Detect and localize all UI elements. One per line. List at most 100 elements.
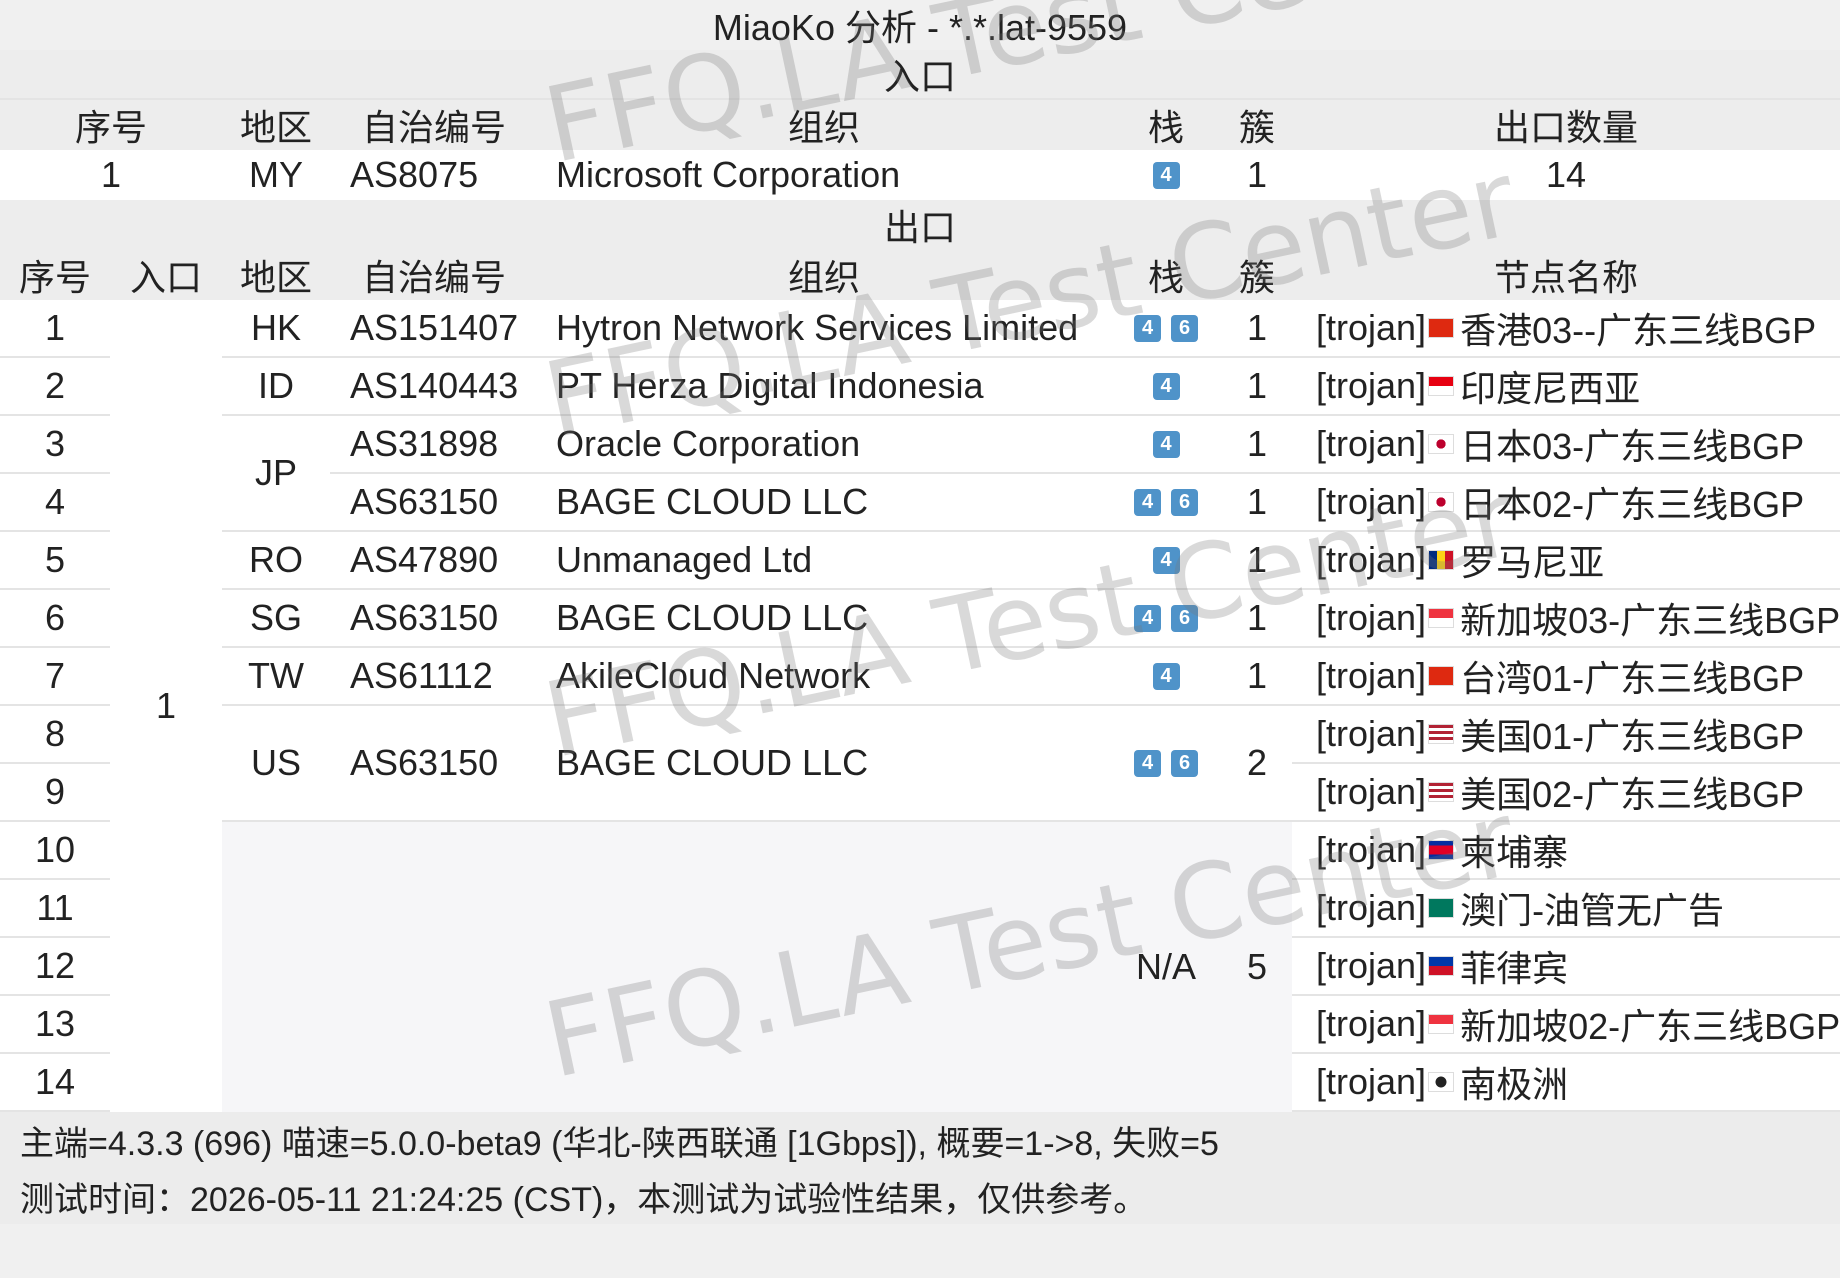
stack-badges: 4 [1152,372,1180,400]
exit-na-cluster: 5 [1222,822,1292,1112]
stack-badges: 4 [1152,662,1180,690]
stack-badges: 46 [1134,749,1198,777]
node-name: [trojan] 印度尼西亚 [1316,360,1640,412]
exit-row-index: 8 [0,706,110,764]
exit-row-node: [trojan] 台湾01-广东三线BGP [1292,648,1840,706]
entry-header-index: 序号 [0,100,222,150]
entry-row-org: Microsoft Corporation [538,150,1110,200]
stack-badges: 46 [1134,488,1198,516]
exit-region: HK [222,300,330,358]
exit-asn: AS140443 [330,358,538,416]
node-protocol: [trojan] [1316,771,1427,812]
hk-flag-icon [1428,318,1455,338]
stack-badges: 4 [1152,161,1180,189]
exit-row-index: 9 [0,764,110,822]
exit-header-index: 序号 [0,250,110,300]
ip-v4-badge: 4 [1152,161,1180,189]
exit-asn: AS31898 [330,416,538,474]
exit-stack: 4 [1110,416,1222,474]
node-name: [trojan] 日本03-广东三线BGP [1316,418,1804,470]
node-name: [trojan] 日本02-广东三线BGP [1316,476,1804,528]
exit-row-node: [trojan] 日本02-广东三线BGP [1292,474,1840,532]
ip-v4-badge: 4 [1134,604,1161,632]
exit-row-index: 3 [0,416,110,474]
node-label: 日本03-广东三线BGP [1460,426,1805,467]
node-protocol: [trojan] [1316,307,1427,348]
exit-region: RO [222,532,330,590]
footer-version-info: 主端=4.3.3 (696) 喵速=5.0.0-beta9 (华北-陕西联通 [… [0,1112,1840,1168]
entry-header-cluster: 簇 [1222,100,1292,150]
node-name: [trojan] 美国02-广东三线BGP [1316,766,1804,818]
exit-row-node: [trojan] 新加坡03-广东三线BGP [1292,590,1840,648]
exit-header-entry: 入口 [110,250,222,300]
node-name: [trojan] 罗马尼亚 [1316,534,1604,586]
footer-test-time: 测试时间：2026-05-11 21:24:25 (CST)，本测试为试验性结果… [0,1168,1840,1224]
ip-v6-badge: 6 [1171,749,1198,777]
exit-entry-merged: 1 [110,300,222,1112]
exit-asn: AS151407 [330,300,538,358]
id-flag-icon [1428,376,1455,396]
node-label: 南极洲 [1460,1064,1569,1105]
node-label: 新加坡02-广东三线BGP [1460,1006,1840,1047]
exit-row-index: 7 [0,648,110,706]
aq-flag-icon [1428,1072,1455,1092]
entry-row-index: 1 [0,150,222,200]
node-label: 日本02-广东三线BGP [1460,484,1805,525]
node-protocol: [trojan] [1316,887,1427,928]
exit-row-index: 2 [0,358,110,416]
exit-cluster: 1 [1222,590,1292,648]
exit-stack: 46 [1110,300,1222,358]
stack-badges: 4 [1152,546,1180,574]
exit-row-node: [trojan] 罗马尼亚 [1292,532,1840,590]
exit-region: ID [222,358,330,416]
exit-row-index: 13 [0,996,110,1054]
entry-row-stack: 4 [1110,150,1222,200]
node-protocol: [trojan] [1316,1003,1427,1044]
exit-row-node: [trojan] 澳门-油管无广告 [1292,880,1840,938]
exit-row-index: 10 [0,822,110,880]
node-name: [trojan] 菲律宾 [1316,940,1568,992]
ip-v4-badge: 4 [1152,662,1180,690]
node-protocol: [trojan] [1316,365,1427,406]
entry-section-label: 入口 [0,50,1840,100]
exit-org: Oracle Corporation [538,416,1110,474]
node-protocol: [trojan] [1316,481,1427,522]
ip-v4-badge: 4 [1152,430,1180,458]
exit-header-cluster: 簇 [1222,250,1292,300]
node-label: 澳门-油管无广告 [1460,890,1725,931]
exit-section-label: 出口 [0,200,1840,250]
us-flag-icon [1428,724,1455,744]
node-protocol: [trojan] [1316,713,1427,754]
ip-v4-badge: 4 [1152,546,1180,574]
exit-header-org: 组织 [538,250,1110,300]
node-label: 柬埔寨 [1460,832,1569,873]
exit-asn: AS47890 [330,532,538,590]
sg-flag-icon [1428,1014,1455,1034]
exit-region: SG [222,590,330,648]
node-protocol: [trojan] [1316,423,1427,464]
exit-org: Hytron Network Services Limited [538,300,1110,358]
node-label: 印度尼西亚 [1460,368,1641,409]
entry-row-asn: AS8075 [330,150,538,200]
entry-header-org: 组织 [538,100,1110,150]
exit-row-node: [trojan] 美国01-广东三线BGP [1292,706,1840,764]
entry-header-stack: 栈 [1110,100,1222,150]
exit-org: AkileCloud Network [538,648,1110,706]
exit-stack: 46 [1110,474,1222,532]
node-name: [trojan] 台湾01-广东三线BGP [1316,650,1804,702]
exit-na-stack: N/A [1110,822,1222,1112]
exit-region: US [222,706,330,822]
node-protocol: [trojan] [1316,597,1427,638]
page-title: MiaoKo 分析 - *.*.lat-9559 [0,0,1840,50]
node-label: 美国02-广东三线BGP [1460,774,1805,815]
exit-row-node: [trojan] 南极洲 [1292,1054,1840,1112]
exit-stack: 46 [1110,706,1222,822]
node-label: 台湾01-广东三线BGP [1460,658,1805,699]
exit-row-index: 4 [0,474,110,532]
exit-header-stack: 栈 [1110,250,1222,300]
exit-row-index: 6 [0,590,110,648]
exit-cluster: 1 [1222,474,1292,532]
exit-row-node: [trojan] 新加坡02-广东三线BGP [1292,996,1840,1054]
exit-header-node: 节点名称 [1292,250,1840,300]
ip-v6-badge: 6 [1171,314,1198,342]
